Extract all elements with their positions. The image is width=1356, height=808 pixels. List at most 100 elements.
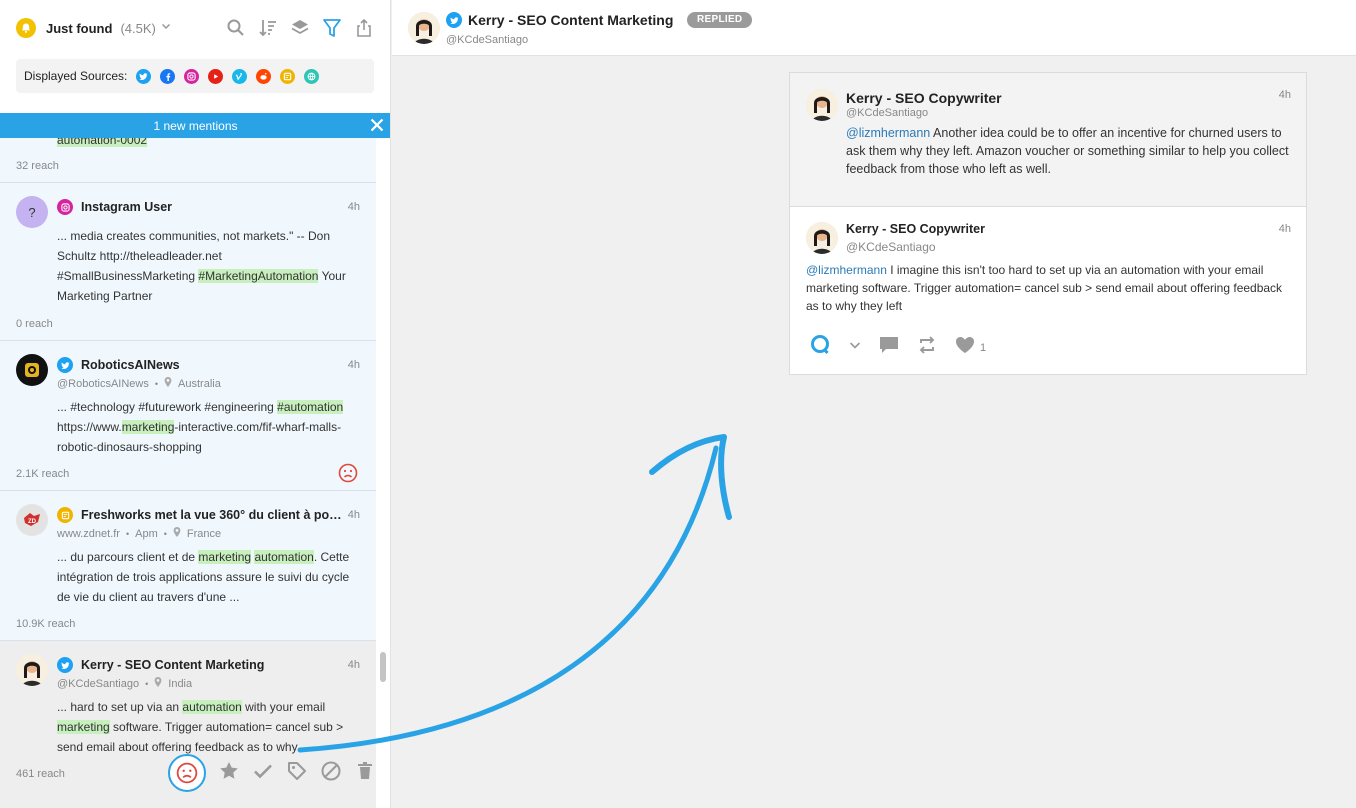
author-meta: www.zdnet.fr • Apm • France xyxy=(57,527,222,540)
star-icon[interactable] xyxy=(218,760,240,787)
location: India xyxy=(168,677,193,690)
author-name[interactable]: Instagram User xyxy=(81,200,331,214)
twitter-icon xyxy=(57,357,73,373)
close-icon[interactable] xyxy=(368,116,386,134)
avatar xyxy=(16,354,48,386)
twitter-icon xyxy=(446,12,462,28)
reach-count: 2.1K reach xyxy=(16,468,70,480)
new-mentions-text: 1 new mentions xyxy=(153,118,238,133)
mention-link[interactable]: @lizmhermann xyxy=(806,263,887,277)
twitter-icon xyxy=(57,657,73,673)
youtube-icon[interactable] xyxy=(208,68,224,84)
check-icon[interactable] xyxy=(252,760,274,787)
facebook-icon[interactable] xyxy=(160,68,176,84)
author-name[interactable]: RoboticsAINews xyxy=(81,358,331,372)
status-badge: REPLIED xyxy=(687,12,753,28)
layers-icon[interactable] xyxy=(290,18,310,38)
vimeo-icon[interactable] xyxy=(232,68,248,84)
instagram-icon[interactable] xyxy=(184,68,200,84)
author-handle[interactable]: @KCdeSantiago xyxy=(57,678,139,690)
keyword-highlight: automation xyxy=(254,550,314,564)
detail-author-name[interactable]: Kerry - SEO Content Marketing xyxy=(468,12,673,28)
search-icon[interactable] xyxy=(226,18,246,38)
author-handle[interactable]: @RoboticsAINews xyxy=(57,378,149,390)
sort-icon[interactable] xyxy=(258,18,278,38)
svg-text:ZD: ZD xyxy=(28,519,37,525)
news-icon xyxy=(57,507,73,523)
post-actions: 1 xyxy=(808,333,986,362)
web-icon[interactable] xyxy=(304,68,320,84)
mention-text: ... #technology #futurework #engineering… xyxy=(57,400,344,454)
avatar[interactable] xyxy=(806,89,838,121)
avatar: ZD xyxy=(16,504,48,536)
news-icon[interactable] xyxy=(280,68,296,84)
post-text: @lizmhermann Another idea could be to of… xyxy=(846,126,1289,176)
new-mentions-banner[interactable]: 1 new mentions xyxy=(0,113,390,138)
mentions-header: Just found (4.5K) xyxy=(0,0,390,56)
keyword-highlight: #automation xyxy=(277,400,344,414)
location-pin-icon xyxy=(164,377,172,390)
list-item[interactable]: ZD Freshworks met la vue 360° du client … xyxy=(0,491,376,641)
share-icon[interactable] xyxy=(354,18,374,38)
location-pin-icon xyxy=(154,677,162,690)
displayed-sources-bar: Displayed Sources: xyxy=(16,59,374,93)
reach-count: 32 reach xyxy=(16,160,59,172)
sad-face-icon[interactable] xyxy=(338,463,358,483)
scrollbar[interactable] xyxy=(380,652,386,682)
avatar[interactable] xyxy=(806,222,838,254)
conversation-thread: Kerry - SEO Copywriter @KCdeSantiago 4h … xyxy=(789,72,1307,375)
bell-icon xyxy=(16,18,36,38)
retweet-icon[interactable] xyxy=(916,334,938,361)
keyword-highlight: marketing xyxy=(57,720,110,734)
mention-time: 4h xyxy=(347,201,360,213)
block-icon[interactable] xyxy=(320,760,342,787)
reach-count: 10.9K reach xyxy=(16,618,76,630)
author-meta: @RoboticsAINews • Australia xyxy=(57,377,221,390)
detail-author-handle[interactable]: @KCdeSantiago xyxy=(446,34,528,46)
chevron-down-icon[interactable] xyxy=(848,338,862,357)
trash-icon[interactable] xyxy=(354,760,376,787)
tag-icon[interactable] xyxy=(286,760,308,787)
avatar xyxy=(16,654,48,686)
author-name[interactable]: Kerry - SEO Content Marketing xyxy=(81,658,331,672)
mention-time: 4h xyxy=(347,509,360,521)
chevron-down-icon[interactable] xyxy=(160,19,172,37)
location: Australia xyxy=(178,377,221,390)
filter-icon[interactable] xyxy=(322,18,342,38)
mentions-list: automation-0002 32 reach ? Instagram Use… xyxy=(0,113,376,808)
keyword-highlight: #MarketingAutomation xyxy=(198,269,319,283)
post-author-handle[interactable]: @KCdeSantiago xyxy=(846,240,936,254)
post-author-handle[interactable]: @KCdeSantiago xyxy=(846,107,928,119)
keyword-highlight: automation xyxy=(182,700,242,714)
reply-as-icon[interactable] xyxy=(808,333,832,362)
post-author-name[interactable]: Kerry - SEO Copywriter xyxy=(846,90,1002,106)
post-time: 4h xyxy=(1278,223,1291,235)
feed-count: (4.5K) xyxy=(120,20,156,36)
mentions-panel: Just found (4.5K) Displayed Sources: 1 n… xyxy=(0,0,391,808)
comment-icon[interactable] xyxy=(878,334,900,361)
twitter-icon[interactable] xyxy=(136,68,152,84)
author-meta: @KCdeSantiago • India xyxy=(57,677,193,690)
keyword-highlight: marketing xyxy=(121,420,175,434)
reddit-icon[interactable] xyxy=(256,68,272,84)
post-text: @lizmhermann I imagine this isn't too ha… xyxy=(806,263,1283,313)
heart-icon[interactable] xyxy=(954,334,976,361)
mention-link[interactable]: @lizmhermann xyxy=(846,126,930,140)
mention-time: 4h xyxy=(347,659,360,671)
feed-title[interactable]: Just found xyxy=(46,21,112,36)
source-domain[interactable]: www.zdnet.fr xyxy=(57,528,120,540)
location: France xyxy=(186,527,222,540)
avatar[interactable] xyxy=(408,12,440,44)
article-title[interactable]: Freshworks met la vue 360° du client à p… xyxy=(81,508,346,522)
reach-count: 0 reach xyxy=(16,318,53,330)
list-item[interactable]: ? Instagram User 4h ... media creates co… xyxy=(0,183,376,341)
reach-count: 461 reach xyxy=(16,768,65,780)
parent-post: Kerry - SEO Copywriter @KCdeSantiago 4h … xyxy=(790,73,1306,207)
post-author-name[interactable]: Kerry - SEO Copywriter xyxy=(846,222,985,236)
sentiment-button[interactable] xyxy=(168,754,206,792)
detail-header: Kerry - SEO Content Marketing REPLIED @K… xyxy=(392,0,1356,56)
sources-label: Displayed Sources: xyxy=(24,69,128,83)
mention-actions xyxy=(168,754,376,792)
list-item[interactable]: RoboticsAINews 4h @RoboticsAINews • Aust… xyxy=(0,341,376,491)
mention-text: ... hard to set up via an automation wit… xyxy=(57,700,344,754)
